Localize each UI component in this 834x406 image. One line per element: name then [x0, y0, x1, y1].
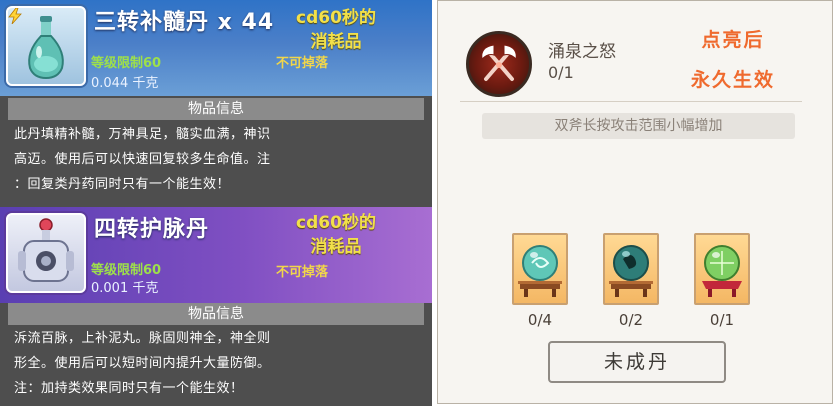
red-stopper-flask-icon [18, 218, 74, 282]
divider [460, 101, 802, 102]
description-line: 高迈。使用后可以快速回复较多生命值。注 [14, 152, 271, 167]
no-drop-tag: 不可掉落 [276, 56, 329, 71]
section-title: 物品信息 [8, 303, 424, 325]
ingredient-slot[interactable] [603, 233, 659, 305]
item-card-bu-sui-dan: 三转补髓丹 x 44 cd60秒的 消耗品 等级限制60 不可掉落 0.044 … [0, 0, 432, 207]
teal-potion-bottle-icon [28, 16, 64, 80]
description-line: 形全。使用后可以短时间内提升大量防御。 [14, 356, 271, 371]
level-limit: 等级限制60 [91, 56, 162, 71]
annotation-line: cd60秒的 [296, 213, 376, 233]
item-info-panel: 三转补髓丹 x 44 cd60秒的 消耗品 等级限制60 不可掉落 0.044 … [0, 0, 432, 406]
item-weight: 0.001 千克 [91, 281, 159, 296]
ingredient-slot[interactable] [694, 233, 750, 305]
skill-name: 涌泉之怒 [548, 42, 616, 62]
skill-effect-description: 双斧长按攻击范围小幅增加 [482, 113, 795, 139]
ingredient-count: 0/1 [709, 311, 735, 329]
annotation-line: 永久生效 [690, 69, 775, 91]
description-line: ：回复类丹药同时只有一个能生效！ [14, 177, 231, 192]
ingredient-count: 0/2 [618, 311, 644, 329]
no-drop-tag: 不可掉落 [276, 265, 329, 280]
annotation-cd: cd60秒的 消耗品 [278, 6, 394, 54]
ingredient-count: 0/4 [527, 311, 553, 329]
skill-unlock-panel: 涌泉之怒 0/1 点亮后 永久生效 双斧长按攻击范围小幅增加 0/4 0/2 0… [437, 0, 833, 404]
item-name: 四转护脉丹 [94, 217, 210, 242]
item-description: 此丹填精补髓，万神具足，髓实血满，神识 高迈。使用后可以快速回复较多生命值。注 … [14, 122, 360, 197]
item-description: 泝流百脉，上补泥丸。脉固则神全，神全则 形全。使用后可以短时间内提升大量防御。 … [14, 326, 360, 401]
craft-status-button[interactable]: 未成丹 [548, 341, 726, 383]
potion-icon-box[interactable] [6, 213, 86, 293]
description-line: 此丹填精补髓，万神具足，髓实血满，神识 [14, 127, 271, 142]
crossed-axes-icon [481, 44, 517, 81]
potion-icon-box[interactable] [6, 6, 86, 86]
skill-emblem[interactable] [466, 31, 532, 97]
item-card-hu-mai-dan: 四转护脉丹 cd60秒的 消耗品 等级限制60 不可掉落 0.001 千克 物品… [0, 207, 432, 406]
dark-orb-icon [609, 245, 653, 297]
skill-progress: 0/1 [548, 63, 574, 82]
green-orb-red-stand-icon [702, 245, 742, 297]
item-name: 三转补髓丹 x 44 [94, 10, 275, 35]
jade-orb-icon [518, 245, 562, 297]
description-line: 注：加持类效果同时只有一个能生效！ [14, 381, 244, 396]
annotation-line: 消耗品 [310, 32, 362, 52]
description-line: 泝流百脉，上补泥丸。脉固则神全，神全则 [14, 331, 271, 346]
ingredient-slot[interactable] [512, 233, 568, 305]
level-limit: 等级限制60 [91, 263, 162, 278]
annotation-line: cd60秒的 [296, 8, 376, 28]
section-title: 物品信息 [8, 98, 424, 120]
item-weight: 0.044 千克 [91, 76, 159, 91]
annotation-cd: cd60秒的 消耗品 [278, 211, 394, 259]
annotation-line: 消耗品 [310, 237, 362, 257]
annotation-line: 点亮后 [701, 29, 765, 51]
